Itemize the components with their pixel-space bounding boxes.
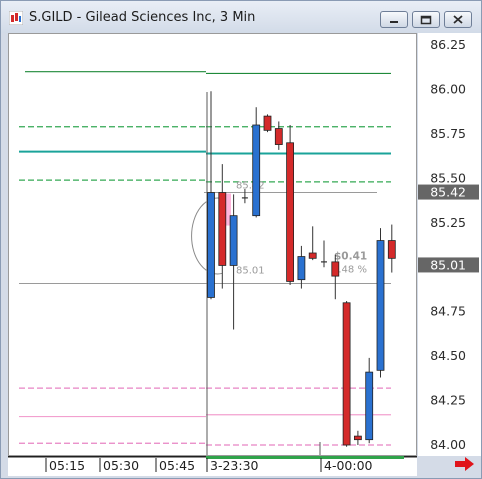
price-tick-label: 86.00 — [430, 81, 466, 96]
time-axis[interactable]: 05:15 05:30 05:45 3-23:30 4-00:00 — [8, 456, 417, 476]
price-tag-label-0: 85.42 — [430, 185, 466, 200]
time-tick-label: 05:45 — [159, 458, 195, 473]
time-tick-label: 05:15 — [49, 458, 85, 473]
candle-body-14 — [365, 371, 374, 441]
close-icon — [453, 15, 463, 24]
price-tick-label: 84.75 — [430, 304, 466, 319]
candlestick-chart: 85.4285.01$0.410.48 % — [19, 71, 396, 455]
candle-body-11 — [331, 261, 340, 277]
candle-body-2 — [229, 215, 238, 266]
candle-body-8 — [297, 256, 306, 281]
scroll-right-arrow-icon[interactable] — [453, 456, 477, 472]
title-bar[interactable]: S.GILD - Gilead Sciences Inc, 3 Min — [1, 1, 481, 33]
window-title: S.GILD - Gilead Sciences Inc, 3 Min — [29, 10, 256, 25]
candle-body-4 — [252, 124, 261, 217]
candle-body-5 — [263, 115, 272, 131]
minimize-icon — [390, 21, 398, 23]
time-axis-labels: 05:15 05:30 05:45 3-23:30 4-00:00 — [8, 456, 417, 473]
candle-body-1 — [218, 192, 227, 266]
restore-button[interactable] — [412, 11, 440, 28]
chart-window: S.GILD - Gilead Sciences Inc, 3 Min 85.4… — [0, 0, 482, 479]
chart-plot-area[interactable]: 85.42 85.01 $0.41 0.48 % — [8, 33, 417, 456]
price-tick-label: 85.50 — [430, 170, 466, 185]
candle-body-0 — [207, 192, 215, 298]
price-tick-label: 84.00 — [430, 437, 466, 452]
time-tick-label: 05:30 — [103, 458, 139, 473]
price-tag-label-1: 85.01 — [430, 257, 466, 272]
price-tick-label: 86.25 — [430, 37, 466, 52]
close-button[interactable] — [444, 11, 472, 28]
candle-body-16 — [387, 240, 396, 259]
price-tick-label: 84.50 — [430, 348, 466, 363]
candle-body-7 — [286, 142, 295, 282]
time-tick-label: 4-00:00 — [324, 458, 373, 473]
price-tick-label: 85.25 — [430, 215, 466, 230]
restore-icon — [420, 15, 432, 25]
measure-high-label: 85.42 — [236, 181, 265, 192]
candle-body-13 — [353, 435, 362, 441]
candle-body-12 — [342, 302, 351, 446]
candle-body-9 — [308, 252, 317, 259]
measure-low-label: 85.01 — [236, 265, 265, 276]
price-tick-label: 85.75 — [430, 126, 466, 141]
price-tick-label: 84.25 — [430, 393, 466, 408]
candle-body-6 — [274, 128, 283, 145]
measure-change-label: $0.41 — [334, 250, 367, 262]
minimize-button[interactable] — [380, 11, 408, 28]
chart-app-icon — [9, 11, 23, 25]
price-axis[interactable]: 86.2586.0085.7585.5085.2585.0084.7584.50… — [418, 33, 481, 456]
time-tick-label: 3-23:30 — [210, 458, 259, 473]
candle-body-15 — [376, 240, 385, 371]
price-axis-labels: 86.2586.0085.7585.5085.2585.0084.7584.50… — [418, 37, 479, 452]
